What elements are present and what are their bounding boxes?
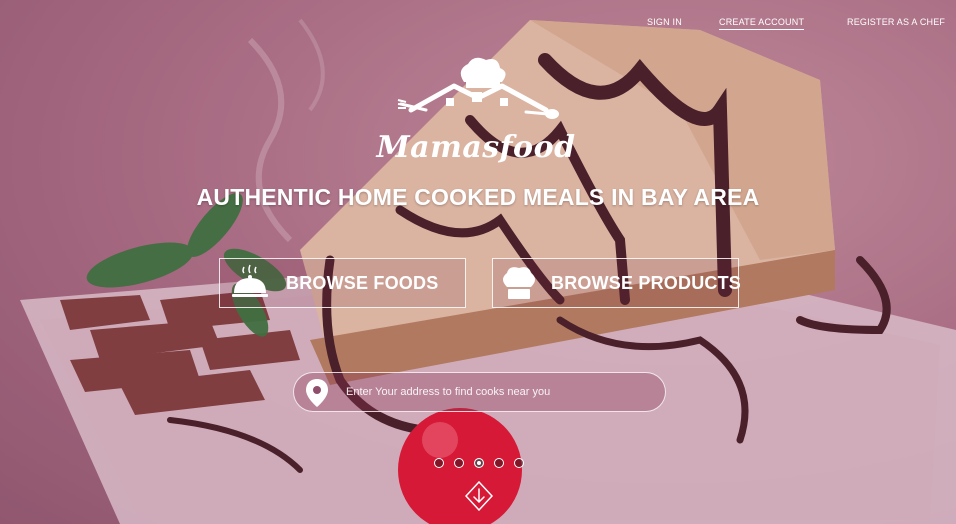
scroll-down-button[interactable] [464,480,494,512]
carousel-dot-active[interactable] [474,458,484,468]
hero-headline: AUTHENTIC HOME COOKED MEALS IN BAY AREA [196,184,760,210]
sign-in-link[interactable]: SIGN IN [647,17,682,27]
cloche-icon [230,263,270,303]
house-chef-hat-logo-icon [397,57,559,119]
logo-wordmark: Mamasfood [376,130,576,165]
carousel-dot[interactable] [494,458,504,468]
address-search [293,372,666,412]
browse-foods-button[interactable]: BROWSE FOODS [219,258,466,308]
top-navigation: SIGN IN CREATE ACCOUNT REGISTER AS A CHE… [0,17,956,31]
browse-products-button[interactable]: BROWSE PRODUCTS [492,258,742,308]
register-chef-link[interactable]: REGISTER AS A CHEF [847,17,945,27]
carousel-dot[interactable] [434,458,444,468]
chef-hat-icon [499,263,539,303]
browse-products-label: BROWSE PRODUCTS [551,272,742,293]
site-logo[interactable]: Mamasfood [366,52,586,167]
arrow-down-icon [464,480,494,512]
carousel-dots [434,458,524,468]
create-account-link[interactable]: CREATE ACCOUNT [719,17,805,30]
carousel-dot[interactable] [454,458,464,468]
browse-foods-label: BROWSE FOODS [286,272,439,293]
address-search-input[interactable] [346,373,646,411]
carousel-dot[interactable] [514,458,524,468]
location-pin-icon [306,379,328,407]
